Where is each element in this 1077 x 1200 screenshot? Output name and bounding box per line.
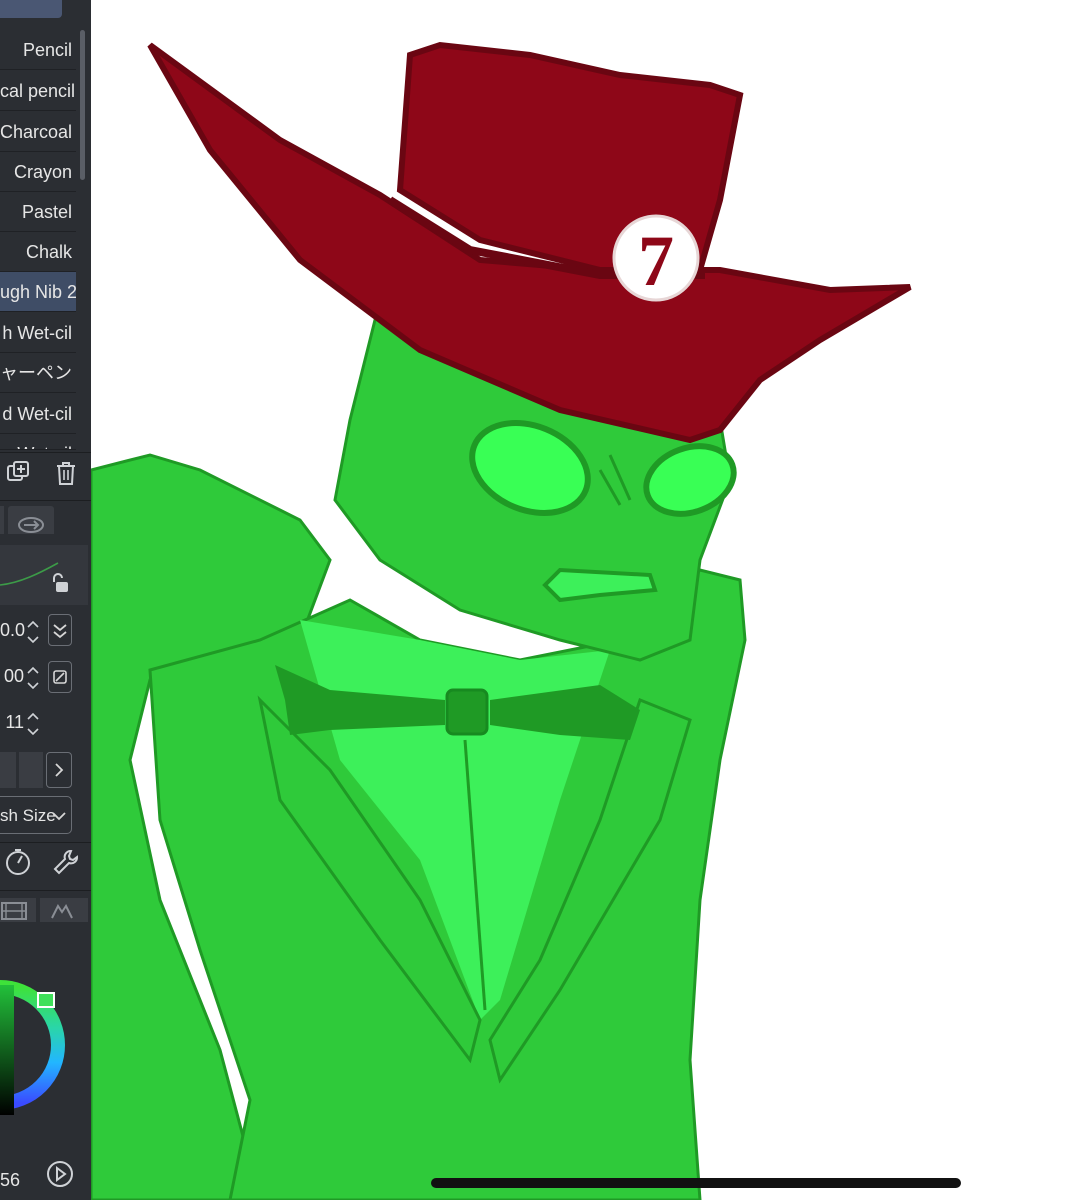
brush-item-charcoal[interactable]: Charcoal [0, 112, 76, 152]
slash-square-icon [53, 670, 67, 684]
duplicate-brush-icon[interactable] [6, 460, 32, 486]
artwork: 7 [91, 41, 912, 1200]
check-toggle-button[interactable] [48, 614, 72, 646]
density-stepper[interactable] [26, 709, 40, 739]
wrench-icon[interactable] [52, 848, 80, 876]
color-size-readout: 56 [0, 1170, 21, 1190]
pressure-curve-preview[interactable] [0, 545, 88, 605]
play-icon[interactable] [46, 1160, 74, 1188]
texture-next-button[interactable] [46, 752, 72, 788]
tab-animation[interactable] [0, 898, 36, 922]
property-dropdown[interactable]: sh Size [0, 796, 72, 834]
brush-item-wet-cil-3[interactable]: Wet-cil [0, 434, 76, 450]
density-value[interactable]: 11 [0, 712, 24, 733]
tab-brush-settings[interactable] [0, 506, 4, 534]
brush-item-crayon[interactable]: Crayon [0, 152, 76, 192]
brush-item-wet-cil-1[interactable]: h Wet-cil [0, 313, 76, 353]
brush-list-scrollbar[interactable] [80, 30, 85, 180]
tab-sync-settings[interactable] [8, 506, 54, 534]
opacity-value[interactable]: 00 [0, 666, 24, 687]
texture-swatch-2[interactable] [19, 752, 43, 788]
brush-tool-panel: Pencil cal pencil Charcoal Crayon Pastel… [0, 0, 91, 1200]
property-dropdown-label: sh Size [0, 806, 56, 825]
brush-item-wet-cil-2[interactable]: d Wet-cil [0, 394, 76, 434]
chevron-right-icon [55, 763, 64, 777]
dial-icon[interactable] [4, 848, 32, 876]
film-strip-icon [1, 902, 27, 920]
brush-item-mechanical-pencil[interactable]: cal pencil [0, 71, 76, 111]
no-pressure-toggle-button[interactable] [48, 661, 72, 693]
brush-item-pastel[interactable]: Pastel [0, 192, 76, 232]
drawing-canvas[interactable]: 7 [91, 0, 1077, 1200]
brush-item-pencil[interactable]: Pencil [0, 30, 76, 70]
color-wheel[interactable] [0, 930, 91, 1160]
double-check-icon [53, 624, 67, 639]
brush-item-sharpen[interactable]: ャーペン [0, 353, 76, 393]
tab-layer-property[interactable] [40, 898, 88, 922]
brush-item-chalk[interactable]: Chalk [0, 232, 76, 272]
trash-icon[interactable] [54, 460, 78, 486]
panel-top-tab[interactable] [0, 0, 62, 18]
hat-badge-number: 7 [638, 221, 674, 301]
brush-size-stepper[interactable] [26, 617, 40, 647]
texture-swatch[interactable] [0, 752, 16, 788]
sync-icon [18, 517, 44, 533]
brush-item-rough-nib-2[interactable]: ugh Nib 2 [0, 272, 76, 312]
home-indicator[interactable] [431, 1178, 961, 1188]
unlock-icon[interactable] [50, 572, 72, 594]
chevron-down-icon [52, 812, 66, 821]
mountain-icon [51, 904, 73, 919]
brush-size-value[interactable]: 0.0 [0, 620, 25, 641]
opacity-stepper[interactable] [26, 663, 40, 693]
brush-list: Pencil cal pencil Charcoal Crayon Pastel… [0, 30, 80, 450]
